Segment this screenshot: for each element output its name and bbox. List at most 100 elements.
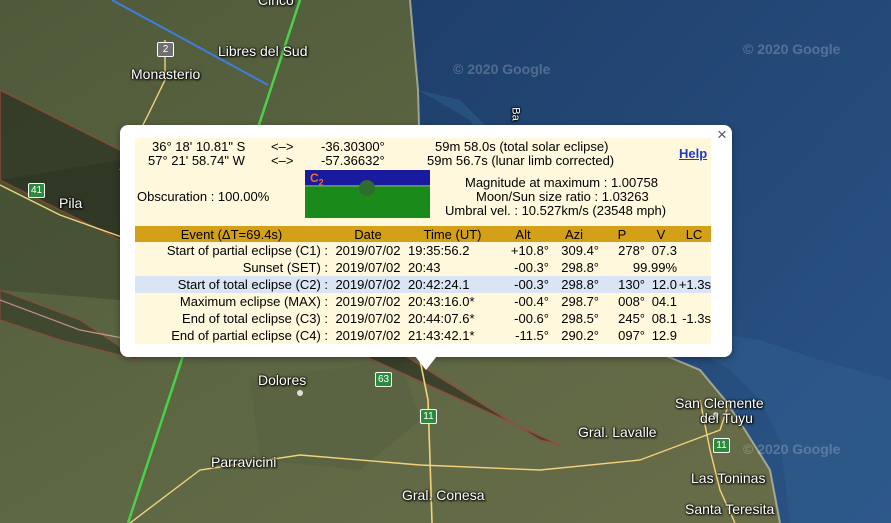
event-altitude: -00.3° [514,260,549,275]
route-shield: 63 [375,372,392,387]
event-lc [677,242,711,259]
event-azimuth: 298.8° [561,260,599,275]
event-p: 99.99% [632,260,677,275]
event-azimuth: 298.5° [561,311,599,326]
event-altitude: +10.8° [510,243,549,258]
map-watermark: © 2020 Google [743,41,841,57]
eclipse-thumbnail: C2 [305,170,430,218]
event-time: 20:43 [408,260,441,275]
event-azimuth: 298.7° [561,294,599,309]
event-altitude: -00.3° [497,276,549,293]
column-header: Date [328,226,408,242]
event-azimuth: 309.4° [561,243,599,258]
close-icon[interactable]: × [713,126,731,144]
column-header: Alt [497,226,549,242]
event-v: 12.9 [651,328,677,343]
event-date: 2019/07/02 [335,311,401,326]
map-label-bay: Ba [509,107,522,121]
map-label-gral-lavalle: Gral. Lavalle [578,424,657,440]
latitude-dms: 36° 18' 10.81" S [152,139,246,154]
event-name: Sunset (SET) : [242,260,328,275]
table-row: End of partial eclipse (C4) : 2019/07/02… [135,327,711,344]
event-lc: -1.3s [682,311,711,326]
table-row: Maximum eclipse (MAX) : 2019/07/02 20:43… [135,293,711,310]
event-altitude: -00.4° [514,294,549,309]
table-row: Start of partial eclipse (C1) : 2019/07/… [135,242,711,259]
map-label-santa-teresita: Santa Teresita [685,501,775,517]
obscuration-value: Obscuration : 100.00% [137,189,270,204]
map-label-san-clemente: San Clemente [675,395,764,411]
map-label-libres-del-sud: Libres del Sud [218,43,308,59]
event-time: 21:43:42.1* [408,328,475,343]
map-label-pila: Pila [59,195,83,211]
event-v: 12.0 [645,276,677,293]
map-label-del-tuyu: del Tuyu [700,410,753,426]
event-date: 2019/07/02 [328,276,408,293]
column-header: V [645,226,677,242]
event-time: 19:35:56.2 [408,243,470,258]
map-label-las-toninas: Las Toninas [691,470,766,486]
info-window-tail [415,356,437,370]
size-ratio-value: Moon/Sun size ratio : 1.03263 [476,189,649,204]
event-p: 008° [618,294,645,309]
route-shield: 11 [420,409,437,424]
event-name: Start of total eclipse (C2) : [135,276,328,293]
event-lc [677,327,711,344]
arrow-label: <–> [271,153,294,168]
event-azimuth: 290.2° [561,328,599,343]
eclipse-info-panel: 36° 18' 10.81" S <–> -36.30300° 59m 58.0… [135,138,711,344]
arrow-label: <–> [271,139,294,154]
longitude-dms: 57° 21' 58.74" W [148,153,245,168]
column-header: LC [677,226,711,242]
event-time: 20:42:24.1 [408,276,497,293]
thumbnail-sub: 2 [318,177,324,188]
column-header: Azi [549,226,599,242]
event-v: 04.1 [651,294,677,309]
eclipse-events-table: Event (ΔT=69.4s) Date Time (UT) Alt Azi … [135,226,711,344]
event-name: End of total eclipse (C3) : [182,311,328,326]
event-name: End of partial eclipse (C4) : [171,328,328,343]
route-shield: 41 [28,183,45,198]
map-label-dolores: Dolores [258,372,307,388]
total-duration: 59m 58.0s (total solar eclipse) [435,139,609,154]
map-label-monasterio: Monasterio [131,66,201,82]
event-date: 2019/07/02 [335,294,401,309]
table-row-highlighted: Start of total eclipse (C2) : 2019/07/02… [135,276,711,293]
event-v: 07.3 [651,243,677,258]
column-header: P [599,226,645,242]
event-azimuth: 298.8° [549,276,599,293]
map-label-gral-conesa: Gral. Conesa [402,487,485,503]
event-name: Start of partial eclipse (C1) : [166,243,328,258]
umbral-velocity: Umbral vel. : 10.527km/s (23548 mph) [445,203,667,218]
table-header-row: Event (ΔT=69.4s) Date Time (UT) Alt Azi … [135,226,711,242]
map-label-parravicini: Parravicini [211,454,277,470]
event-time: 20:44:07.6* [408,311,475,326]
help-link[interactable]: Help [679,146,707,161]
event-v: 08.1 [651,311,677,326]
event-p: 245° [618,311,645,326]
event-altitude: -11.5° [515,328,549,343]
corrected-duration: 59m 56.7s (lunar limb corrected) [427,153,615,168]
event-lc [677,259,711,276]
event-date: 2019/07/02 [335,328,401,343]
event-altitude: -00.6° [514,311,549,326]
event-time: 20:43:16.0* [408,294,475,309]
event-p: 278° [618,243,645,258]
event-date: 2019/07/02 [335,243,401,258]
event-p: 097° [618,328,645,343]
column-header: Time (UT) [408,226,497,242]
route-shield: 11 [713,438,730,453]
table-row: End of total eclipse (C3) : 2019/07/02 2… [135,310,711,327]
thumbnail-label: C [310,171,319,185]
longitude-decimal: -57.36632° [321,153,385,168]
event-lc: +1.3s [677,276,711,293]
magnitude-value: Magnitude at maximum : 1.00758 [465,175,658,190]
latitude-decimal: -36.30300° [321,139,385,154]
event-name: Maximum eclipse (MAX) : [179,294,328,309]
event-lc [677,293,711,310]
map-watermark: © 2020 Google [453,61,551,77]
map-watermark: © 2020 Google [743,441,841,457]
table-row: Sunset (SET) : 2019/07/02 20:43 -00.3° 2… [135,259,711,276]
event-date: 2019/07/02 [335,260,401,275]
route-shield: 2 [157,42,174,57]
